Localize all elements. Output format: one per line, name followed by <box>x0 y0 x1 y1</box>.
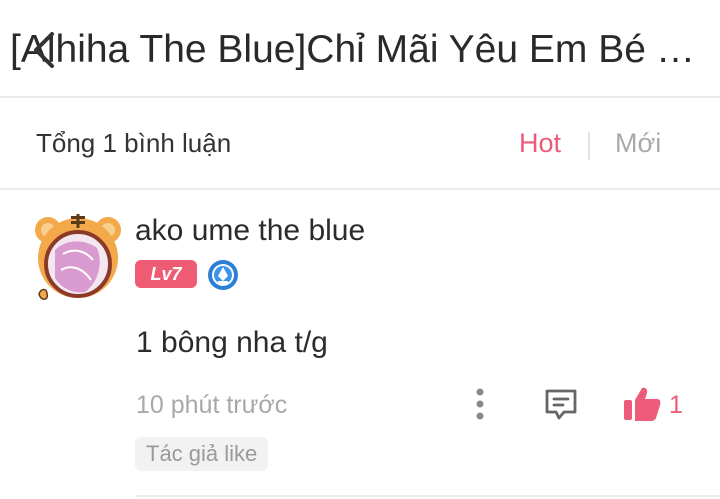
comments-header: Tổng 1 bình luận Hot Mới <box>0 98 720 190</box>
back-icon[interactable] <box>28 28 62 72</box>
author-badge-icon <box>208 260 238 290</box>
page-title: [Alhiha The Blue]Chỉ Mãi Yêu Em Bé Tiểu … <box>10 28 715 71</box>
divider <box>136 495 720 497</box>
top-bar: [Alhiha The Blue]Chỉ Mãi Yêu Em Bé Tiểu … <box>0 0 720 98</box>
tab-new[interactable]: Mới <box>615 128 661 159</box>
username[interactable]: ako ume the blue <box>135 214 365 248</box>
more-icon[interactable] <box>470 385 490 425</box>
comment-text: 1 bông nha t/g <box>136 326 328 359</box>
comment-count: Tổng 1 bình luận <box>36 128 232 158</box>
thumbs-up-icon[interactable] <box>622 385 662 423</box>
timestamp: 10 phút trước <box>136 391 288 419</box>
tab-hot[interactable]: Hot <box>519 128 561 159</box>
reply-icon[interactable] <box>542 385 580 423</box>
author-liked-tag: Tác giả like <box>135 437 269 471</box>
avatar[interactable] <box>33 210 123 302</box>
tab-divider <box>588 132 590 160</box>
comment-item: ako ume the blue Lv7 1 bông nha t/g 10 p… <box>0 190 720 499</box>
like-count: 1 <box>669 391 683 419</box>
level-badge: Lv7 <box>135 260 197 288</box>
